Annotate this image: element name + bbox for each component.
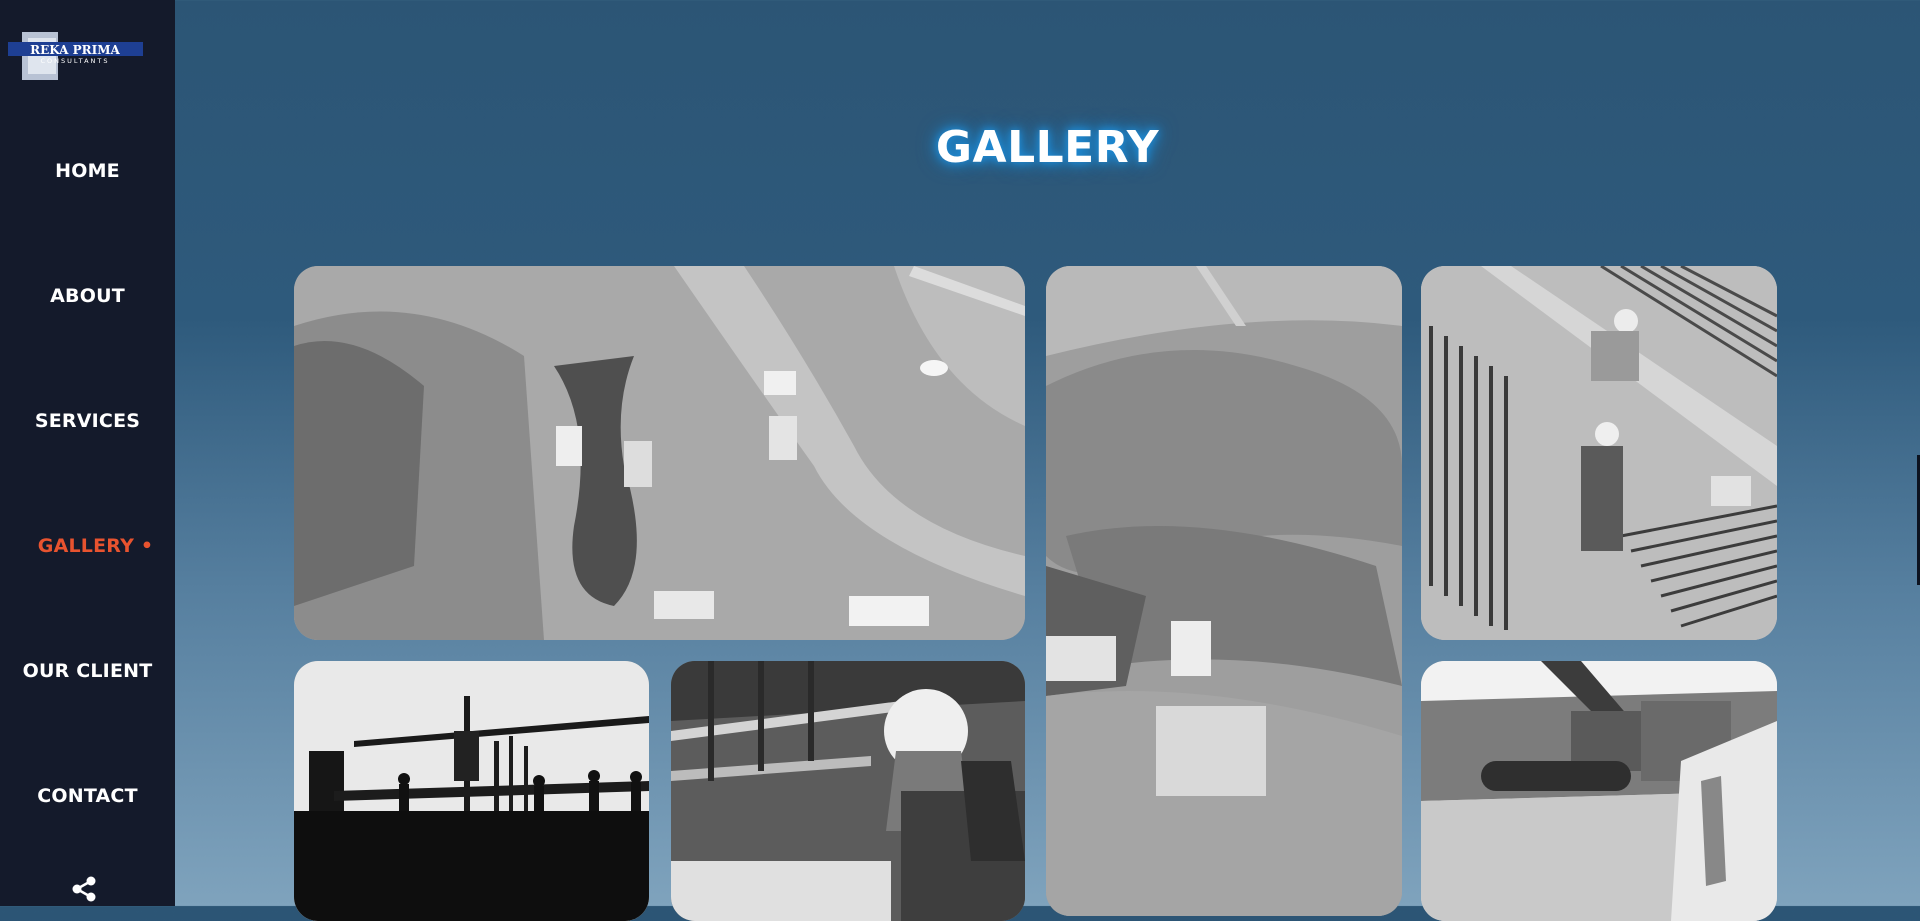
nav-our-client[interactable]: OUR CLIENT	[0, 660, 175, 682]
nav-about[interactable]: ABOUT	[0, 285, 175, 307]
gallery-image-aerial-earthworks[interactable]	[1046, 266, 1402, 916]
company-logo[interactable]: REKA PRIMA CONSULTANTS	[8, 30, 143, 82]
gallery-image-worker-helmet[interactable]	[671, 661, 1025, 921]
share-icon[interactable]	[70, 875, 98, 903]
gallery-image-crane-silhouette[interactable]	[294, 661, 649, 921]
sidebar: REKA PRIMA CONSULTANTS HOME ABOUT SERVIC…	[0, 0, 175, 906]
gallery-image-excavators[interactable]	[1421, 661, 1777, 921]
page-title: GALLERY	[935, 122, 1160, 173]
nav-contact[interactable]: CONTACT	[0, 785, 175, 807]
nav-home[interactable]: HOME	[0, 160, 175, 182]
gallery-image-workers-rebar[interactable]	[1421, 266, 1777, 640]
nav-gallery[interactable]: GALLERY •	[8, 535, 183, 557]
logo-text-line1: REKA PRIMA	[30, 43, 120, 57]
logo-text-line2: CONSULTANTS	[41, 57, 110, 65]
gallery-image-aerial-construction-site[interactable]	[294, 266, 1025, 640]
nav-services[interactable]: SERVICES	[0, 410, 175, 432]
